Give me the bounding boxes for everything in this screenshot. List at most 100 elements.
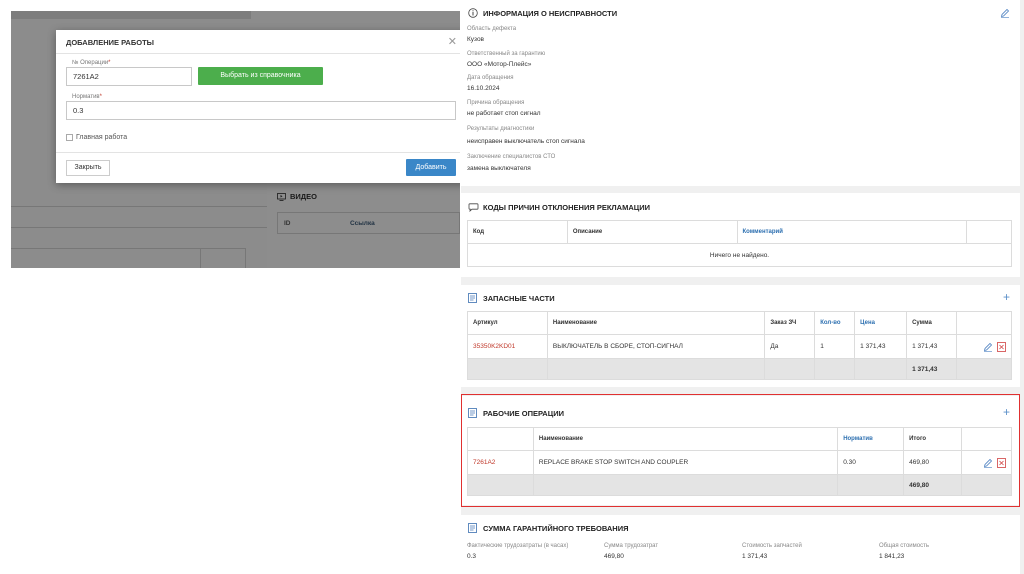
main-work-checkbox[interactable] [66, 134, 73, 141]
add-button[interactable]: Добавить [406, 159, 456, 176]
row-action-group [983, 341, 1006, 352]
video-panel-header: ВИДЕО [277, 192, 317, 201]
add-part-plus-icon[interactable]: + [1003, 290, 1010, 304]
col-comment[interactable]: Комментарий [736, 220, 968, 244]
edit-pencil-icon[interactable] [983, 458, 993, 468]
background-divider [200, 248, 201, 268]
empty-message: Ничего не найдено. [467, 243, 1012, 267]
diagnostics-label: Результаты диагностики [467, 126, 535, 132]
main-work-label: Главная работа [76, 134, 128, 141]
spare-parts-table: Артикул Наименование Заказ ЗЧ Кол-во Цен… [467, 311, 1012, 380]
parts-total: 1 371,43 [906, 358, 958, 380]
col-actions [961, 427, 1012, 451]
col-price[interactable]: Цена [854, 311, 908, 335]
info-icon [468, 8, 478, 18]
table-total-row: 1 371,43 [467, 358, 1012, 380]
total-cost-label: Общая стоимость [879, 543, 929, 549]
main-work-checkbox-row[interactable]: Главная работа [66, 134, 127, 141]
work-code-link[interactable]: 7261A2 [467, 450, 534, 475]
actual-labor-label: Фактические трудозатраты (в часах) [467, 543, 569, 549]
responsible-label: Ответственный за гарантию [467, 51, 546, 57]
claim-page: ИНФОРМАЦИЯ О НЕИСПРАВНОСТИ Область дефек… [461, 0, 1024, 574]
work-operations-panel: РАБОЧИЕ ОПЕРАЦИИ + Наименование Норматив… [461, 396, 1020, 505]
delete-icon[interactable] [997, 457, 1006, 468]
video-col-id: ID [284, 220, 291, 227]
background-divider [11, 206, 267, 207]
operation-number-label: № Операции* [72, 60, 111, 66]
conclusion-value: замена выключателя [467, 165, 531, 172]
part-sum: 1 371,43 [906, 334, 958, 359]
table-row: Ничего не найдено. [467, 243, 1012, 267]
close-icon[interactable]: ✕ [448, 35, 457, 48]
col-code[interactable]: Код [467, 220, 568, 244]
video-title: ВИДЕО [290, 192, 317, 201]
actual-labor-value: 0.3 [467, 553, 477, 560]
dialog-title: ДОБАВЛЕНИЕ РАБОТЫ [66, 38, 154, 47]
labor-sum-label: Сумма трудозатрат [604, 543, 659, 549]
work-norm: 0.30 [837, 450, 905, 475]
claim-sum-panel: СУММА ГАРАНТИЙНОГО ТРЕБОВАНИЯ Фактически… [461, 515, 1020, 574]
video-icon [277, 192, 286, 201]
video-panel: ВИДЕО ID Ссылка [267, 181, 460, 268]
conclusion-label: Заключение специалистов СТО [467, 154, 556, 160]
pick-from-catalog-button[interactable]: Выбрать из справочника [198, 67, 323, 85]
row-actions [961, 450, 1012, 475]
part-qty: 1 [814, 334, 856, 359]
video-col-link: Ссылка [350, 220, 375, 227]
table-row: 35350K2KD01 ВЫКЛЮЧАТЕЛЬ В СБОРЕ, СТОП-СИ… [467, 334, 1012, 359]
work-operations-title: РАБОЧИЕ ОПЕРАЦИИ [483, 409, 564, 418]
work-operations-table: Наименование Норматив Итого 7261A2 REPLA… [467, 427, 1012, 496]
delete-icon[interactable] [997, 341, 1006, 352]
spare-parts-panel: ЗАПАСНЫЕ ЧАСТИ + Артикул Наименование За… [461, 285, 1020, 387]
col-name[interactable]: Наименование [546, 311, 766, 335]
rejection-codes-table: Код Описание Комментарий Ничего не найде… [467, 220, 1012, 267]
labor-sum-value: 469,80 [604, 553, 624, 560]
norm-input[interactable]: 0.3 [66, 101, 456, 120]
parts-cost-value: 1 371,43 [742, 553, 768, 560]
operation-number-input[interactable]: 7261A2 [66, 67, 192, 86]
edit-pencil-icon[interactable] [1000, 8, 1010, 18]
col-order[interactable]: Заказ ЗЧ [764, 311, 816, 335]
part-order: Да [764, 334, 816, 359]
col-actions [956, 311, 1012, 335]
document-icon [468, 523, 477, 533]
background-strip [11, 11, 251, 19]
work-name: REPLACE BRAKE STOP SWITCH AND COUPLER [532, 450, 839, 475]
request-date-value: 16.10.2024 [467, 85, 500, 92]
table-header-row: Наименование Норматив Итого [467, 427, 1012, 451]
rejection-codes-title: КОДЫ ПРИЧИН ОТКЛОНЕНИЯ РЕКЛАМАЦИИ [483, 203, 650, 212]
table-total-row: 469,80 [467, 474, 1012, 496]
col-qty[interactable]: Кол-во [814, 311, 856, 335]
col-total[interactable]: Итого [903, 427, 963, 451]
work-total: 469,80 [903, 450, 963, 475]
norm-label: Норматив* [72, 94, 102, 100]
table-header-row: Код Описание Комментарий [467, 220, 1012, 244]
edit-pencil-icon[interactable] [983, 342, 993, 352]
dialog-footer-divider [56, 152, 460, 153]
dialog-divider [56, 53, 460, 54]
col-code [467, 427, 534, 451]
row-action-group [983, 457, 1006, 468]
defect-info-panel: ИНФОРМАЦИЯ О НЕИСПРАВНОСТИ Область дефек… [461, 0, 1020, 186]
col-description[interactable]: Описание [566, 220, 738, 244]
part-name: ВЫКЛЮЧАТЕЛЬ В СБОРЕ, СТОП-СИГНАЛ [546, 334, 766, 359]
col-sum[interactable]: Сумма [906, 311, 958, 335]
works-total: 469,80 [903, 474, 963, 496]
responsible-value: ООО «Мотор-Плейс» [467, 61, 532, 68]
col-norm[interactable]: Норматив [837, 427, 905, 451]
request-date-label: Дата обращения [467, 75, 514, 81]
background-divider [11, 248, 245, 249]
col-article[interactable]: Артикул [467, 311, 548, 335]
request-reason-value: не работает стоп сигнал [467, 110, 541, 117]
background-divider [245, 248, 246, 268]
col-name[interactable]: Наименование [532, 427, 839, 451]
close-button[interactable]: Закрыть [66, 160, 110, 176]
add-work-plus-icon[interactable]: + [1003, 405, 1010, 419]
part-article-link[interactable]: 35350K2KD01 [467, 334, 548, 359]
background-divider [11, 227, 267, 228]
modal-screenshot: ВИДЕО ID Ссылка ДОБАВЛЕНИЕ РАБОТЫ ✕ № Оп… [11, 11, 460, 268]
table-header-row: Артикул Наименование Заказ ЗЧ Кол-во Цен… [467, 311, 1012, 335]
document-icon [468, 408, 477, 418]
comment-icon [468, 203, 479, 212]
table-row: 7261A2 REPLACE BRAKE STOP SWITCH AND COU… [467, 450, 1012, 475]
